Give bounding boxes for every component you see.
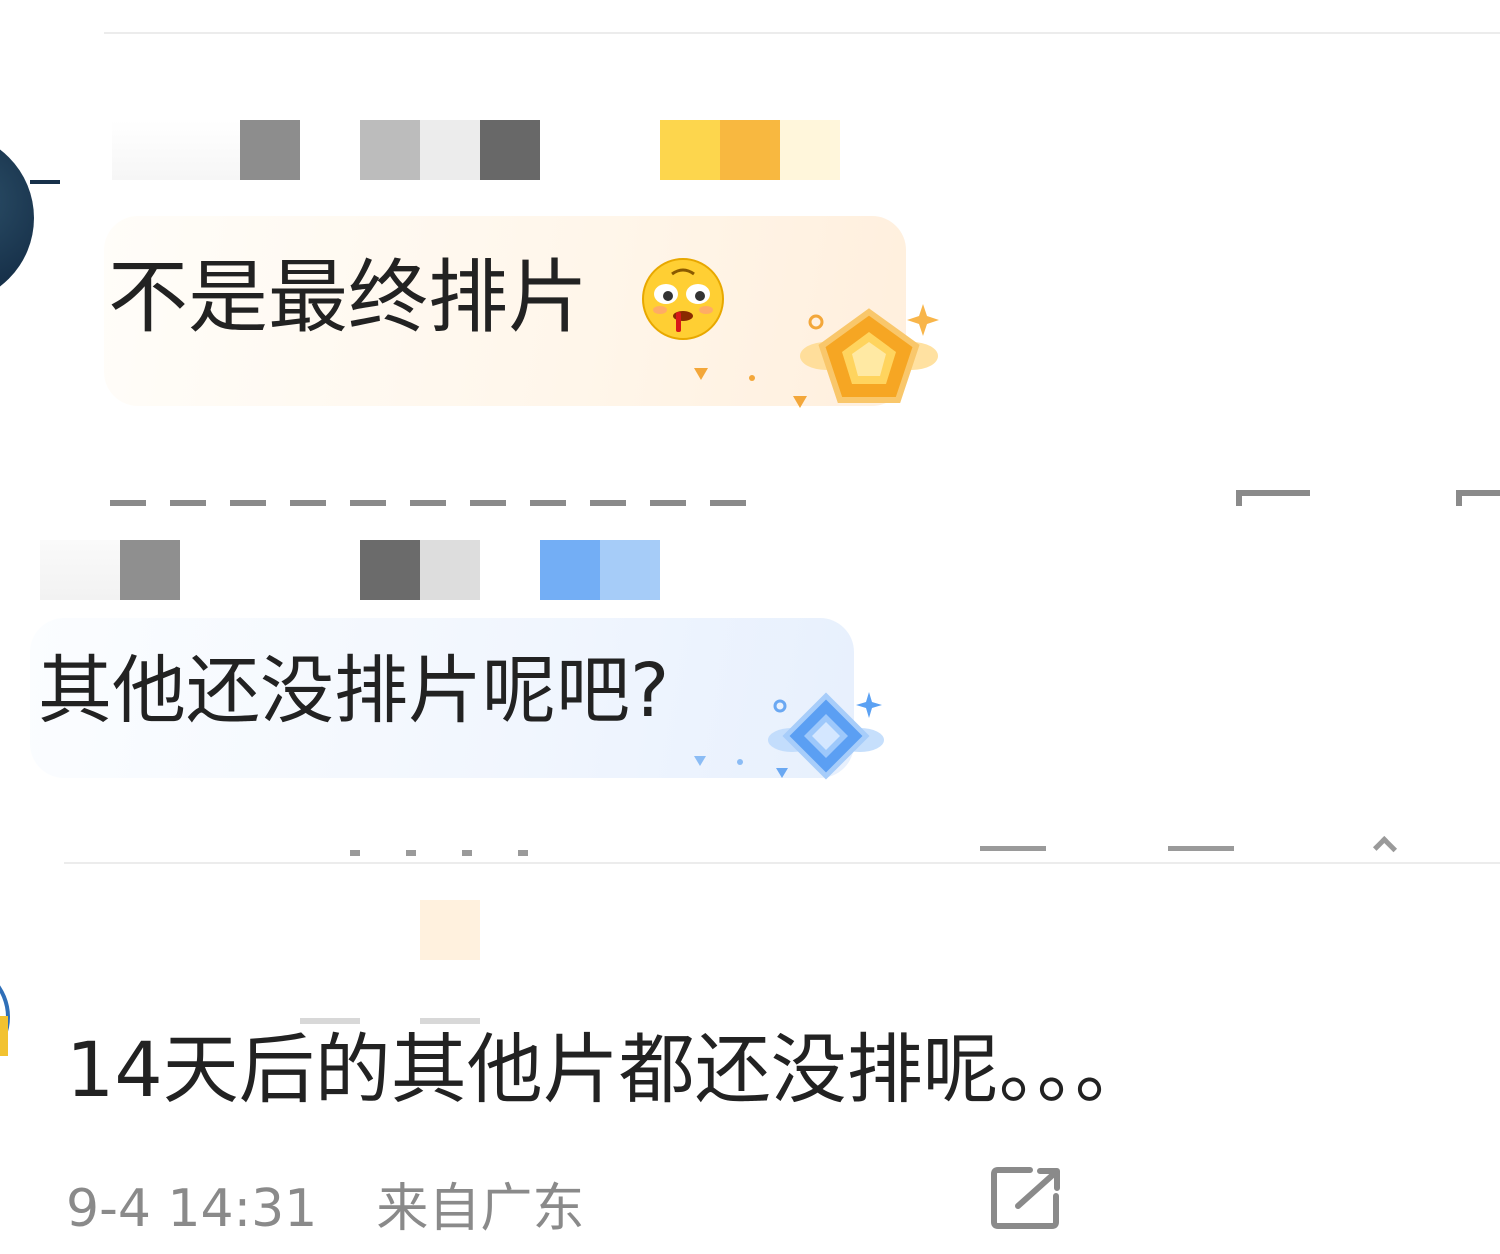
comment-location: 来自广东 xyxy=(376,1179,585,1239)
like-icon[interactable] xyxy=(1372,836,1398,856)
comment-divider xyxy=(64,862,1500,864)
mosaic-block xyxy=(360,540,420,600)
comment-text: 其他还没排片呢吧? xyxy=(38,648,670,734)
comment-text: 不是最终排片 xyxy=(108,251,588,344)
comment-text: 14天后的其他片都还没排呢。。。 xyxy=(66,1025,1151,1114)
mosaic-block xyxy=(120,540,180,600)
comment-icon[interactable] xyxy=(1168,846,1234,856)
mosaic-block xyxy=(112,120,240,180)
user-tag-block xyxy=(600,540,660,600)
top-divider xyxy=(104,32,1500,34)
share-icon[interactable] xyxy=(990,1166,1062,1230)
ghost-row-1 xyxy=(100,470,1500,506)
mosaic-block xyxy=(420,540,480,600)
avatar[interactable] xyxy=(0,132,34,304)
mosaic-block xyxy=(420,120,480,180)
comment-icon[interactable] xyxy=(1456,490,1500,506)
avatar-accent xyxy=(0,1016,8,1056)
user-tag-block xyxy=(720,120,780,180)
avatar-ring xyxy=(30,180,60,184)
user-tag-block xyxy=(420,900,480,960)
share-icon[interactable] xyxy=(1236,490,1310,506)
ghost-time-blocks xyxy=(110,500,760,506)
share-icon[interactable] xyxy=(980,846,1046,856)
user-tag-block xyxy=(780,120,840,180)
mosaic-block xyxy=(40,540,120,600)
mosaic-block xyxy=(240,120,300,180)
comment-timestamp: 9-4 14:31 来自广东 xyxy=(66,1166,584,1241)
mosaic-block xyxy=(360,120,420,180)
ghost-row-2 xyxy=(60,836,1500,856)
user-tag-block xyxy=(660,120,720,180)
comment-time: 9-4 14:31 xyxy=(66,1179,318,1239)
ghost-time-blocks xyxy=(350,850,550,856)
user-tag-block xyxy=(540,540,600,600)
blue-diamond-badge xyxy=(694,692,884,780)
gold-pentagon-badge xyxy=(694,304,939,408)
mosaic-block xyxy=(480,120,540,180)
